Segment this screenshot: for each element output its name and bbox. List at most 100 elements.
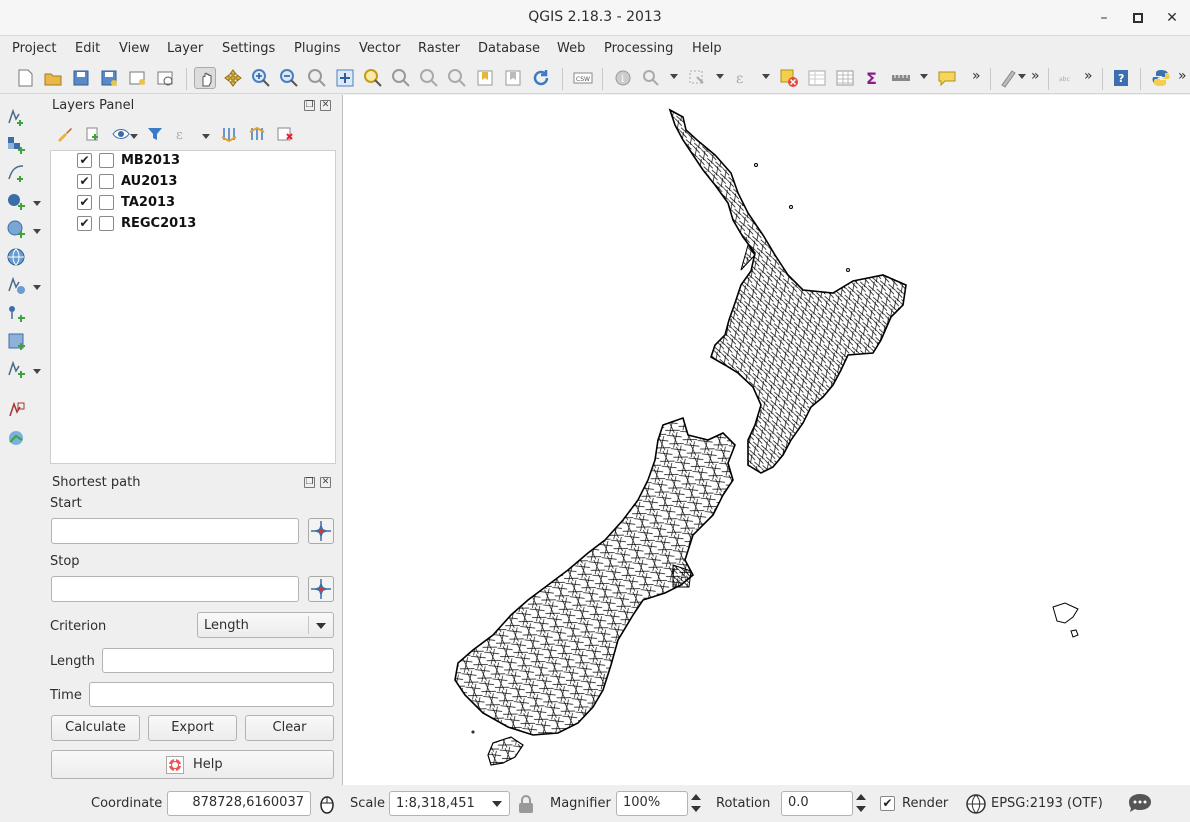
zoom-to-selection-icon[interactable] <box>362 67 384 89</box>
chevron-down-icon[interactable] <box>33 229 41 234</box>
python-console-icon[interactable] <box>1150 67 1172 89</box>
identify-icon[interactable]: i <box>612 67 634 89</box>
digitize-icon[interactable] <box>998 67 1020 89</box>
start-input[interactable] <box>51 518 299 544</box>
zoom-out-icon[interactable] <box>278 67 300 89</box>
menu-plugins[interactable]: Plugins <box>294 41 341 56</box>
add-group-icon[interactable] <box>84 125 102 143</box>
add-spatialite-layer-icon[interactable] <box>6 219 26 239</box>
float-panel-icon[interactable]: ❐ <box>304 477 315 488</box>
menu-processing[interactable]: Processing <box>604 41 673 56</box>
collapse-all-icon[interactable] <box>248 125 266 143</box>
close-panel-icon[interactable]: ✕ <box>320 477 331 488</box>
menu-vector[interactable]: Vector <box>359 41 400 56</box>
messages-icon[interactable] <box>1127 792 1153 816</box>
chevron-down-icon[interactable] <box>33 285 41 290</box>
new-geopackage-icon[interactable] <box>6 400 26 420</box>
lock-scale-icon[interactable] <box>516 794 536 814</box>
render-checkbox[interactable]: ✔ <box>880 796 895 811</box>
zoom-1-1-icon[interactable] <box>306 67 328 89</box>
layer-visibility-checkbox[interactable]: ✔ <box>77 153 92 168</box>
attribute-table-icon[interactable] <box>806 67 828 89</box>
add-postgis-layer-icon[interactable] <box>6 191 26 211</box>
menu-view[interactable]: View <box>119 41 150 56</box>
new-bookmark-icon[interactable] <box>474 67 496 89</box>
chevron-down-icon[interactable] <box>33 369 41 374</box>
open-project-icon[interactable] <box>42 67 64 89</box>
calculate-button[interactable]: Calculate <box>51 715 140 741</box>
crs-label[interactable]: EPSG:2193 (OTF) <box>991 796 1103 811</box>
menu-layer[interactable]: Layer <box>167 41 203 56</box>
layer-visibility-checkbox[interactable]: ✔ <box>77 195 92 210</box>
add-wfs-layer-icon[interactable] <box>6 303 26 323</box>
add-mssql-layer-icon[interactable] <box>6 331 26 351</box>
time-field[interactable] <box>89 682 334 707</box>
toolbar-overflow-3[interactable]: » <box>1084 68 1093 84</box>
add-wcs-layer-icon[interactable] <box>6 275 26 295</box>
road-graph-icon[interactable] <box>6 428 26 448</box>
deselect-all-icon[interactable] <box>778 67 800 89</box>
layer-visibility-checkbox[interactable]: ✔ <box>77 216 92 231</box>
expand-all-icon[interactable] <box>220 125 238 143</box>
chevron-down-icon[interactable] <box>130 134 138 139</box>
close-icon[interactable]: ✕ <box>1162 8 1182 28</box>
add-vector-layer-icon[interactable] <box>6 107 26 127</box>
new-print-composer-icon[interactable] <box>126 67 148 89</box>
magnifier-field[interactable]: 100% <box>616 791 688 816</box>
help-contents-icon[interactable]: ? <box>1110 67 1132 89</box>
filter-legend-icon[interactable] <box>146 125 164 143</box>
new-shapefile-layer-icon[interactable] <box>6 359 26 379</box>
refresh-icon[interactable] <box>530 67 552 89</box>
field-calculator-icon[interactable] <box>834 67 856 89</box>
maximize-icon[interactable] <box>1128 8 1148 28</box>
chevron-down-icon[interactable] <box>202 134 210 139</box>
pan-to-selection-icon[interactable] <box>222 67 244 89</box>
map-tips-icon[interactable] <box>936 67 958 89</box>
add-raster-layer-icon[interactable] <box>6 135 26 155</box>
chevron-down-icon[interactable] <box>716 74 724 79</box>
rotation-spinner[interactable] <box>853 791 869 816</box>
composer-manager-icon[interactable] <box>154 67 176 89</box>
mouse-icon[interactable] <box>316 793 338 815</box>
zoom-full-icon[interactable] <box>334 67 356 89</box>
style-manager-icon[interactable] <box>56 125 74 143</box>
visibility-presets-icon[interactable] <box>112 125 130 143</box>
map-canvas[interactable] <box>342 95 1190 785</box>
length-field[interactable] <box>102 648 334 673</box>
toolbar-overflow-4[interactable]: » <box>1178 68 1187 84</box>
help-button[interactable]: Help <box>51 750 334 779</box>
run-feature-action-icon[interactable] <box>640 67 662 89</box>
scale-select[interactable]: 1:8,318,451 <box>389 791 510 816</box>
menu-raster[interactable]: Raster <box>418 41 460 56</box>
pick-stop-point-button[interactable] <box>308 576 334 602</box>
clear-button[interactable]: Clear <box>245 715 334 741</box>
remove-layer-icon[interactable] <box>276 125 294 143</box>
pick-start-point-button[interactable] <box>308 518 334 544</box>
statistics-icon[interactable]: Σ <box>862 67 884 89</box>
select-by-expression-icon[interactable]: ε <box>732 67 754 89</box>
chevron-down-icon[interactable] <box>920 74 928 79</box>
add-delimited-text-icon[interactable] <box>6 163 26 183</box>
label-icon[interactable]: abc <box>1056 67 1078 89</box>
menu-help[interactable]: Help <box>692 41 722 56</box>
zoom-in-icon[interactable] <box>250 67 272 89</box>
menu-project[interactable]: Project <box>12 41 56 56</box>
chevron-down-icon[interactable] <box>670 74 678 79</box>
save-as-icon[interactable] <box>98 67 120 89</box>
toolbar-overflow-2[interactable]: » <box>1031 68 1040 84</box>
chevron-down-icon[interactable] <box>1018 74 1026 79</box>
layer-item-regc2013[interactable]: ✔ REGC2013 <box>51 214 335 235</box>
menu-database[interactable]: Database <box>478 41 540 56</box>
save-project-icon[interactable] <box>70 67 92 89</box>
menu-edit[interactable]: Edit <box>75 41 100 56</box>
csw-icon[interactable]: CSW <box>572 67 594 89</box>
zoom-next-icon[interactable] <box>446 67 468 89</box>
crs-globe-icon[interactable] <box>965 793 987 815</box>
select-features-icon[interactable] <box>686 67 708 89</box>
criterion-select[interactable]: Length <box>197 612 334 638</box>
stop-input[interactable] <box>51 576 299 602</box>
chevron-down-icon[interactable] <box>762 74 770 79</box>
export-button[interactable]: Export <box>148 715 237 741</box>
layer-item-au2013[interactable]: ✔ AU2013 <box>51 172 335 193</box>
coordinate-field[interactable]: 878728,6160037 <box>167 791 311 816</box>
